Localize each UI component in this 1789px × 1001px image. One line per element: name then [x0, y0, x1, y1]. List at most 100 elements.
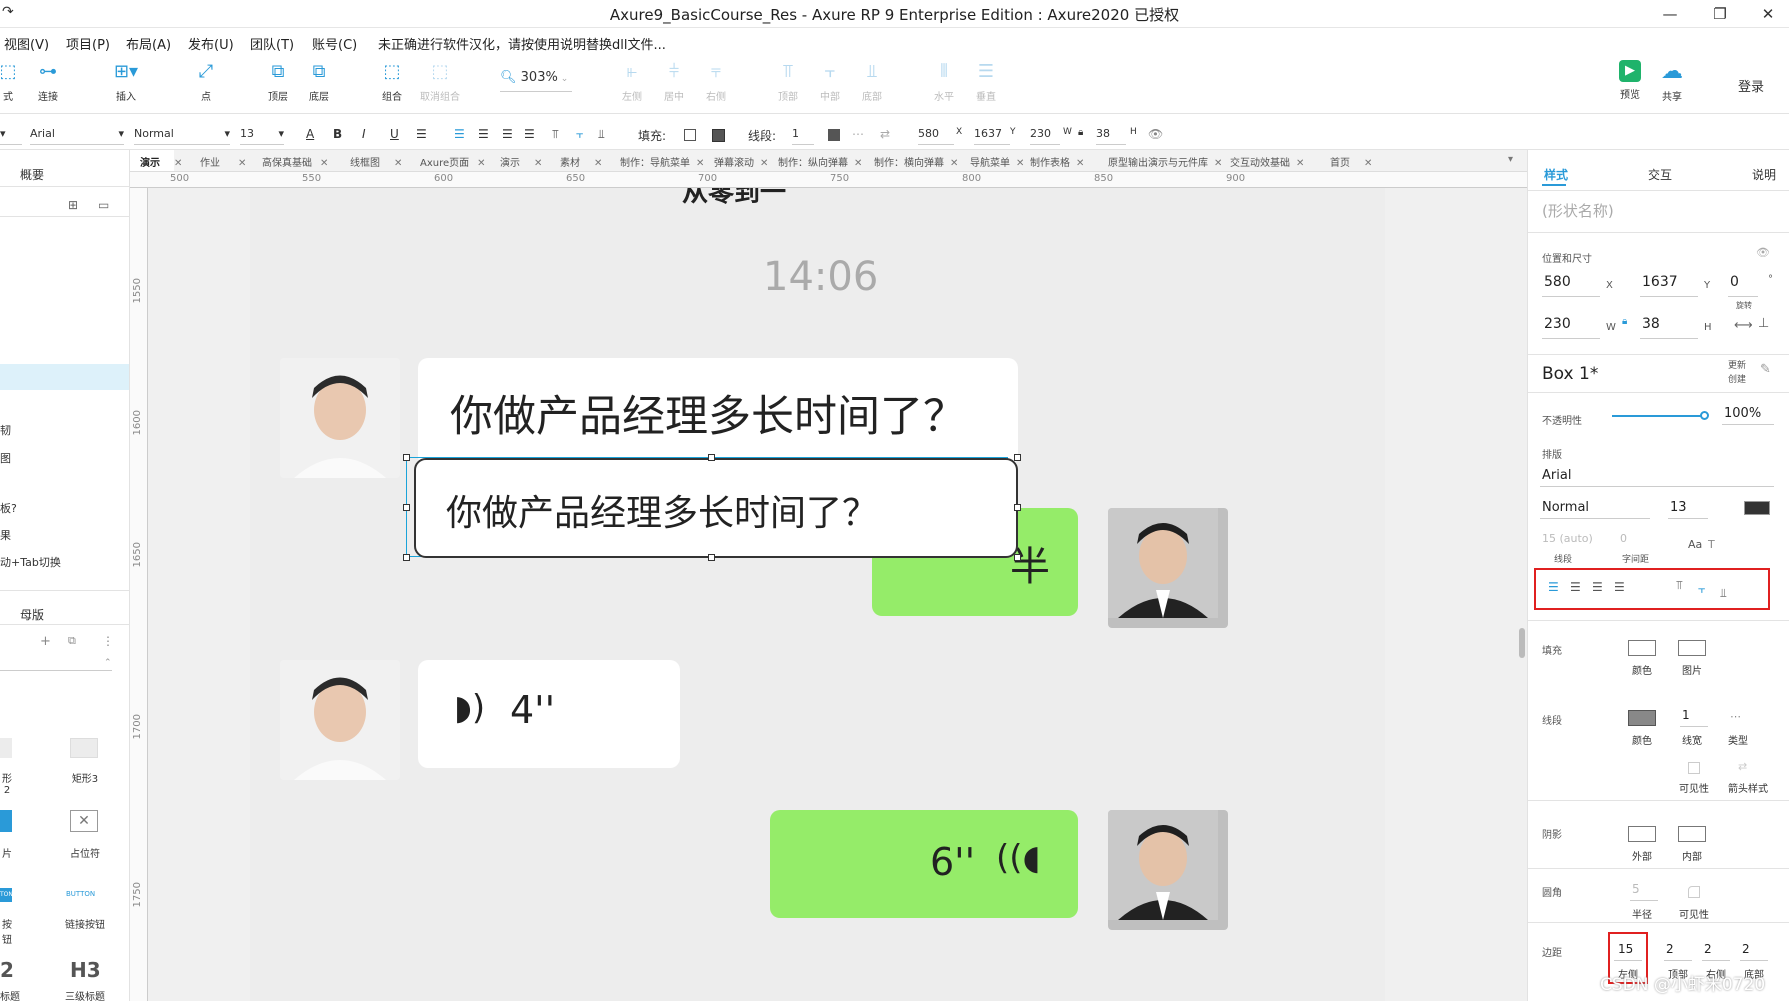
resize-handle[interactable] — [708, 554, 715, 561]
menu-account[interactable]: 账号(C) — [312, 34, 357, 53]
font-color-icon[interactable]: A — [306, 127, 314, 141]
avatar-right[interactable] — [1108, 508, 1228, 628]
w-input[interactable]: 230 — [1030, 125, 1060, 145]
fill-image-icon[interactable] — [1678, 640, 1706, 656]
align-top-button[interactable]: ⫪ 顶部 — [766, 60, 810, 103]
eye-icon[interactable]: 👁︎ — [1756, 246, 1770, 259]
h-input[interactable]: 38 — [1096, 125, 1126, 145]
create-style-link[interactable]: 创建 — [1728, 372, 1746, 385]
tab-notes[interactable]: 说明 — [1752, 166, 1776, 183]
x-value[interactable]: 580 — [1544, 274, 1571, 290]
stroke-type-icon[interactable]: ⋯ — [1730, 710, 1741, 723]
tab-close-icon[interactable]: ✕ — [1296, 158, 1304, 169]
tab[interactable]: 首页 ✕ — [1330, 154, 1372, 169]
zoom-select[interactable]: 🔍︎ 303% ⌄ — [500, 70, 572, 92]
copy-icon[interactable]: ⧉ — [68, 634, 76, 648]
canvas-scrollbar[interactable] — [1519, 628, 1525, 658]
underline-icon[interactable]: U — [390, 127, 399, 141]
tab-close-icon[interactable]: ✕ — [1214, 158, 1222, 169]
tab-close-icon[interactable]: ✕ — [477, 158, 485, 169]
line-spacing-input[interactable]: 15 (auto) — [1542, 532, 1593, 545]
lock-icon[interactable]: 🔒︎ — [1622, 316, 1627, 327]
x-input[interactable]: 580 — [918, 125, 954, 145]
shape-name-input[interactable]: (形状名称) — [1542, 200, 1614, 221]
y-value[interactable]: 1637 — [1642, 274, 1678, 290]
align-middle-button[interactable]: ⫟ 中部 — [808, 60, 852, 103]
text-justify-icon[interactable]: ☰ — [524, 127, 535, 141]
justify-icon[interactable]: ☰ — [1614, 580, 1625, 594]
fit-height-icon[interactable]: ⊥ — [1758, 316, 1769, 331]
close-button[interactable]: ✕ — [1748, 3, 1788, 25]
voice-bubble-left[interactable]: ◗) 4'' — [418, 660, 680, 768]
send-back-button[interactable]: ⧉ 底层 — [297, 60, 341, 103]
selected-box-1[interactable]: 你做产品经理多长时间了？ — [414, 458, 1018, 558]
valign-middle-icon[interactable]: ⫟ — [576, 127, 583, 142]
connect-button[interactable]: ⊶ 连接 — [26, 60, 70, 103]
tab-close-icon[interactable]: ✕ — [1076, 158, 1084, 169]
opacity-slider-thumb[interactable] — [1700, 411, 1709, 420]
page-item[interactable]: 果 — [0, 527, 11, 543]
resize-handle[interactable] — [1014, 454, 1021, 461]
tab-active[interactable]: 演示 ✕ — [140, 154, 182, 169]
page-item[interactable]: 韧 — [0, 422, 11, 438]
style-name[interactable]: Box 1* — [1542, 364, 1598, 384]
opacity-slider[interactable] — [1612, 415, 1704, 417]
font-size-select[interactable]: 13 ▾ — [240, 125, 284, 145]
menu-view[interactable]: 视图(V) — [4, 34, 49, 53]
valign-middle-icon[interactable]: ⫟ — [1698, 582, 1705, 597]
tab[interactable]: 弹幕滚动 ✕ — [714, 154, 768, 169]
voice-bubble-right[interactable]: 6'' ((◖ — [770, 810, 1078, 918]
fit-width-icon[interactable]: ⟷ — [1734, 318, 1753, 333]
tab-close-icon[interactable]: ✕ — [534, 158, 542, 169]
link-button-thumb[interactable]: BUTTON — [66, 890, 95, 898]
h-value[interactable]: 38 — [1642, 316, 1660, 332]
avatar-right[interactable] — [1108, 810, 1228, 930]
font-select[interactable]: Arial — [1542, 468, 1571, 483]
widget-style-select[interactable]: ▾ — [0, 125, 22, 145]
valign-top-icon[interactable]: ⫪ — [552, 127, 559, 142]
page-item[interactable]: 板? — [0, 500, 17, 516]
maximize-button[interactable]: ❐ — [1700, 3, 1740, 25]
opacity-value[interactable]: 100% — [1724, 406, 1761, 421]
chat-bubble-left[interactable]: 你做产品经理多长时间了？ — [418, 358, 1018, 466]
login-button[interactable]: 登录 — [1738, 76, 1764, 95]
menu-team[interactable]: 团队(T) — [250, 34, 294, 53]
distribute-v-button[interactable]: ☰ 垂直 — [964, 60, 1008, 103]
font-weight-select[interactable]: Normal ▾ — [134, 125, 230, 145]
bring-front-button[interactable]: ⧉ 顶层 — [256, 60, 300, 103]
padding-top-input[interactable]: 2 — [1666, 942, 1674, 956]
tab[interactable]: 制作：横向弹幕 ✕ — [874, 154, 958, 169]
tab-close-icon[interactable]: ✕ — [950, 158, 958, 169]
fill-image-icon[interactable] — [712, 129, 725, 142]
align-left-icon[interactable]: ☰ — [1548, 580, 1559, 594]
tab[interactable]: 素材 ✕ — [560, 154, 602, 169]
add-folder-icon[interactable]: ▭ — [98, 198, 109, 212]
tab[interactable]: 交互动效基础 ✕ — [1230, 154, 1304, 169]
tab-close-icon[interactable]: ✕ — [320, 158, 328, 169]
fill-color-swatch[interactable] — [1628, 640, 1656, 656]
update-style-link[interactable]: 更新 — [1728, 358, 1746, 371]
page-item[interactable]: 图 — [0, 450, 11, 466]
tab-close-icon[interactable]: ✕ — [174, 158, 182, 169]
chevron-updown-icon[interactable]: ⌃ — [104, 658, 112, 668]
arrow-style-icon[interactable]: ⇄ — [1738, 760, 1747, 773]
rotation-value[interactable]: 0 — [1730, 274, 1739, 290]
padding-right-input[interactable]: 2 — [1704, 942, 1712, 956]
w-value[interactable]: 230 — [1544, 316, 1571, 332]
resize-handle[interactable] — [403, 504, 410, 511]
edit-style-icon[interactable]: ✎ — [1760, 362, 1771, 377]
stroke-color-swatch[interactable] — [828, 129, 840, 141]
menu-layout[interactable]: 布局(A) — [126, 34, 171, 53]
group-button[interactable]: ⬚ 组合 — [370, 60, 414, 103]
avatar-left[interactable] — [280, 358, 400, 478]
distribute-h-button[interactable]: ⫴ 水平 — [922, 60, 966, 103]
lock-icon[interactable]: 🔒︎ — [1078, 127, 1083, 138]
point-button[interactable]: ⤢ 点 — [184, 60, 228, 103]
tab[interactable]: 原型输出演示与元件库 ✕ — [1108, 154, 1222, 169]
arrow-style-icon[interactable]: ⇄ — [880, 127, 890, 141]
tab-close-icon[interactable]: ✕ — [394, 158, 402, 169]
rect2-thumb[interactable] — [0, 738, 12, 758]
tab-close-icon[interactable]: ✕ — [1364, 158, 1372, 169]
stroke-color-swatch[interactable] — [1628, 710, 1656, 726]
resize-handle[interactable] — [403, 554, 410, 561]
